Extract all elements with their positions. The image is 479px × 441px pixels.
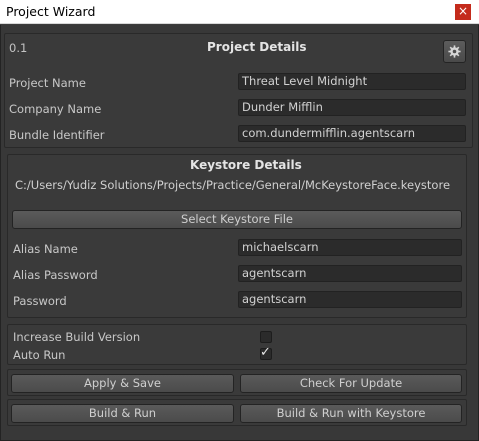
build-run-button[interactable]: Build & Run [11, 404, 234, 423]
alias-name-label: Alias Name [13, 242, 78, 256]
close-button[interactable]: × [455, 4, 471, 20]
bundle-identifier-label: Bundle Identifier [9, 128, 105, 142]
increase-build-checkbox[interactable] [260, 331, 272, 343]
alias-password-label: Alias Password [13, 268, 98, 282]
alias-name-field[interactable]: michaelscarn [238, 239, 462, 256]
increase-build-label: Increase Build Version [13, 330, 141, 344]
project-details-title: Project Details [207, 40, 307, 54]
project-name-label: Project Name [9, 76, 86, 90]
select-keystore-button[interactable]: Select Keystore File [12, 210, 462, 229]
company-name-label: Company Name [9, 102, 102, 116]
settings-button[interactable] [443, 40, 466, 63]
auto-run-label: Auto Run [13, 348, 66, 362]
keystore-path: C:/Users/Yudiz Solutions/Projects/Practi… [15, 178, 451, 192]
check-update-button[interactable]: Check For Update [240, 374, 462, 393]
alias-password-field[interactable]: agentscarn [238, 265, 462, 282]
password-label: Password [13, 294, 67, 308]
auto-run-checkbox[interactable]: ✓ [260, 345, 272, 360]
title-bar: Project Wizard × [0, 0, 479, 24]
apply-save-button[interactable]: Apply & Save [11, 374, 234, 393]
password-field[interactable]: agentscarn [238, 291, 462, 308]
checkmark-icon: ✓ [260, 345, 271, 360]
window-title: Project Wizard [6, 4, 96, 19]
project-name-field[interactable]: Threat Level Midnight [238, 73, 466, 90]
company-name-field[interactable]: Dunder Mifflin [238, 99, 466, 116]
version-label: 0.1 [9, 41, 28, 55]
gear-icon [448, 45, 461, 58]
bundle-identifier-field[interactable]: com.dundermifflin.agentscarn [238, 125, 466, 142]
keystore-details-title: Keystore Details [190, 158, 302, 172]
build-run-keystore-button[interactable]: Build & Run with Keystore [240, 404, 462, 423]
